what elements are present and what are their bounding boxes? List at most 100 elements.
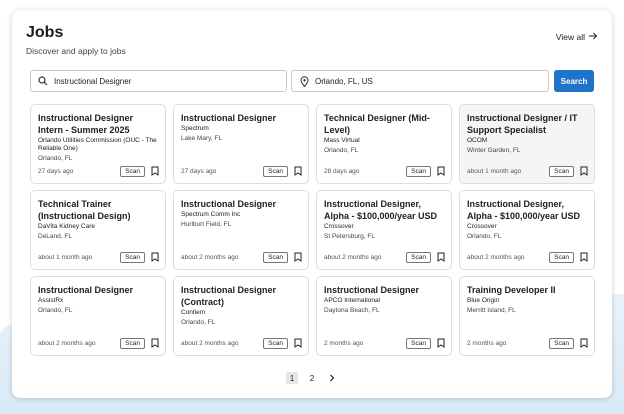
bookmark-icon[interactable] <box>580 252 588 262</box>
job-title[interactable]: Instructional Designer Intern - Summer 2… <box>38 112 159 136</box>
bookmark-icon[interactable] <box>437 338 445 348</box>
job-card[interactable]: Instructional Designer, Alpha - $100,000… <box>316 190 452 270</box>
location-value: Orlando, FL, US <box>315 76 373 86</box>
job-footer: 27 days ago Scan <box>181 165 302 177</box>
job-location: Orlando, FL <box>38 307 73 314</box>
job-company: Orlando Utilities Commission (OUC - The … <box>38 137 157 152</box>
scan-button[interactable]: Scan <box>263 337 288 349</box>
job-title[interactable]: Instructional Designer, Alpha - $100,000… <box>324 198 445 222</box>
job-title[interactable]: Instructional Designer, Alpha - $100,000… <box>467 198 588 222</box>
job-posted-time: about 2 months ago <box>181 253 239 261</box>
job-posted-time: about 2 months ago <box>181 339 239 347</box>
bookmark-icon[interactable] <box>580 338 588 348</box>
scan-button[interactable]: Scan <box>549 165 574 177</box>
job-search-input[interactable]: Instructional Designer <box>30 70 287 92</box>
job-title[interactable]: Instructional Designer / IT Support Spec… <box>467 112 588 136</box>
scan-button[interactable]: Scan <box>406 165 431 177</box>
location-input[interactable]: Orlando, FL, US <box>291 70 549 92</box>
job-posted-time: about 1 month ago <box>467 167 522 175</box>
job-grid: Instructional Designer Intern - Summer 2… <box>30 104 596 356</box>
job-posted-time: 27 days ago <box>181 167 217 175</box>
page-2-button[interactable]: 2 <box>306 372 318 384</box>
bookmark-icon[interactable] <box>294 252 302 262</box>
job-posted-time: about 2 months ago <box>467 253 525 261</box>
job-card[interactable]: Instructional Designer Intern - Summer 2… <box>30 104 166 184</box>
bookmark-icon[interactable] <box>151 252 159 262</box>
job-posted-time: 28 days ago <box>324 167 360 175</box>
scan-button[interactable]: Scan <box>406 337 431 349</box>
job-company: Spectrum <box>181 125 209 132</box>
pagination: 12 <box>12 372 612 384</box>
job-card[interactable]: Instructional Designer APCO Internationa… <box>316 276 452 356</box>
job-company: Spectrum Comm Inc <box>181 211 241 218</box>
job-title[interactable]: Instructional Designer (Contract) <box>181 284 302 308</box>
jobs-panel: Jobs Discover and apply to jobs View all… <box>12 10 612 398</box>
job-posted-time: about 2 months ago <box>324 253 382 261</box>
job-footer: about 2 months ago Scan <box>181 337 302 349</box>
job-search-value: Instructional Designer <box>54 76 132 86</box>
scan-button[interactable]: Scan <box>120 251 145 263</box>
job-title[interactable]: Instructional Designer <box>38 284 159 296</box>
next-page-icon[interactable] <box>326 372 338 384</box>
bookmark-icon[interactable] <box>294 338 302 348</box>
scan-button[interactable]: Scan <box>549 337 574 349</box>
job-card[interactable]: Instructional Designer AssistRx Orlando,… <box>30 276 166 356</box>
search-button[interactable]: Search <box>554 70 594 92</box>
job-card[interactable]: Technical Designer (Mid-Level) Mass Virt… <box>316 104 452 184</box>
job-card[interactable]: Instructional Designer Spectrum Comm Inc… <box>173 190 309 270</box>
job-title[interactable]: Instructional Designer <box>324 284 445 296</box>
jobs-header: Jobs Discover and apply to jobs <box>26 24 126 56</box>
job-location: Orlando, FL <box>324 147 359 154</box>
job-company: Crossover <box>324 223 354 230</box>
job-company: OCOM <box>467 137 488 144</box>
job-card[interactable]: Instructional Designer / IT Support Spec… <box>459 104 595 184</box>
job-location: Hurlburt Field, FL <box>181 221 232 228</box>
job-title[interactable]: Training Developer II <box>467 284 588 296</box>
scan-button[interactable]: Scan <box>120 165 145 177</box>
job-card[interactable]: Instructional Designer (Contract) Contie… <box>173 276 309 356</box>
arrow-right-icon <box>589 32 598 42</box>
scan-button[interactable]: Scan <box>120 337 145 349</box>
job-location: Daytona Beach, FL <box>324 307 380 314</box>
job-card[interactable]: Training Developer II Blue Origin Merrit… <box>459 276 595 356</box>
scan-button[interactable]: Scan <box>263 251 288 263</box>
job-posted-time: about 1 month ago <box>38 253 93 261</box>
job-footer: about 1 month ago Scan <box>38 251 159 263</box>
bookmark-icon[interactable] <box>151 166 159 176</box>
page-title: Jobs <box>26 24 64 41</box>
job-title[interactable]: Technical Designer (Mid-Level) <box>324 112 445 136</box>
job-card[interactable]: Instructional Designer Spectrum Lake Mar… <box>173 104 309 184</box>
job-location: Orlando, FL <box>38 155 73 162</box>
scan-button[interactable]: Scan <box>406 251 431 263</box>
job-location: Merritt Island, FL <box>467 307 516 314</box>
search-icon <box>37 75 49 87</box>
job-posted-time: 2 months ago <box>467 339 507 347</box>
scan-button[interactable]: Scan <box>549 251 574 263</box>
job-posted-time: about 2 months ago <box>38 339 96 347</box>
scan-button[interactable]: Scan <box>263 165 288 177</box>
bookmark-icon[interactable] <box>580 166 588 176</box>
job-company: Crossover <box>467 223 497 230</box>
bookmark-icon[interactable] <box>437 252 445 262</box>
job-footer: about 2 months ago Scan <box>324 251 445 263</box>
job-location: Orlando, FL <box>467 233 502 240</box>
job-card[interactable]: Instructional Designer, Alpha - $100,000… <box>459 190 595 270</box>
job-posted-time: 27 days ago <box>38 167 74 175</box>
bookmark-icon[interactable] <box>294 166 302 176</box>
job-company: AssistRx <box>38 297 64 304</box>
job-location: Winter Garden, FL <box>467 147 521 154</box>
page-1-button[interactable]: 1 <box>286 372 298 384</box>
job-company: APCO International <box>324 297 381 304</box>
job-title[interactable]: Technical Trainer (Instructional Design) <box>38 198 159 222</box>
bookmark-icon[interactable] <box>151 338 159 348</box>
view-all-label: View all <box>555 32 585 42</box>
job-title[interactable]: Instructional Designer <box>181 112 302 124</box>
job-company: Contiem <box>181 309 206 316</box>
job-title[interactable]: Instructional Designer <box>181 198 302 210</box>
bookmark-icon[interactable] <box>437 166 445 176</box>
view-all-link[interactable]: View all <box>556 32 598 42</box>
job-company: DaVita Kidney Care <box>38 223 95 230</box>
job-company: Blue Origin <box>467 297 500 304</box>
search-row: Instructional Designer Orlando, FL, US S… <box>30 70 594 92</box>
job-card[interactable]: Technical Trainer (Instructional Design)… <box>30 190 166 270</box>
